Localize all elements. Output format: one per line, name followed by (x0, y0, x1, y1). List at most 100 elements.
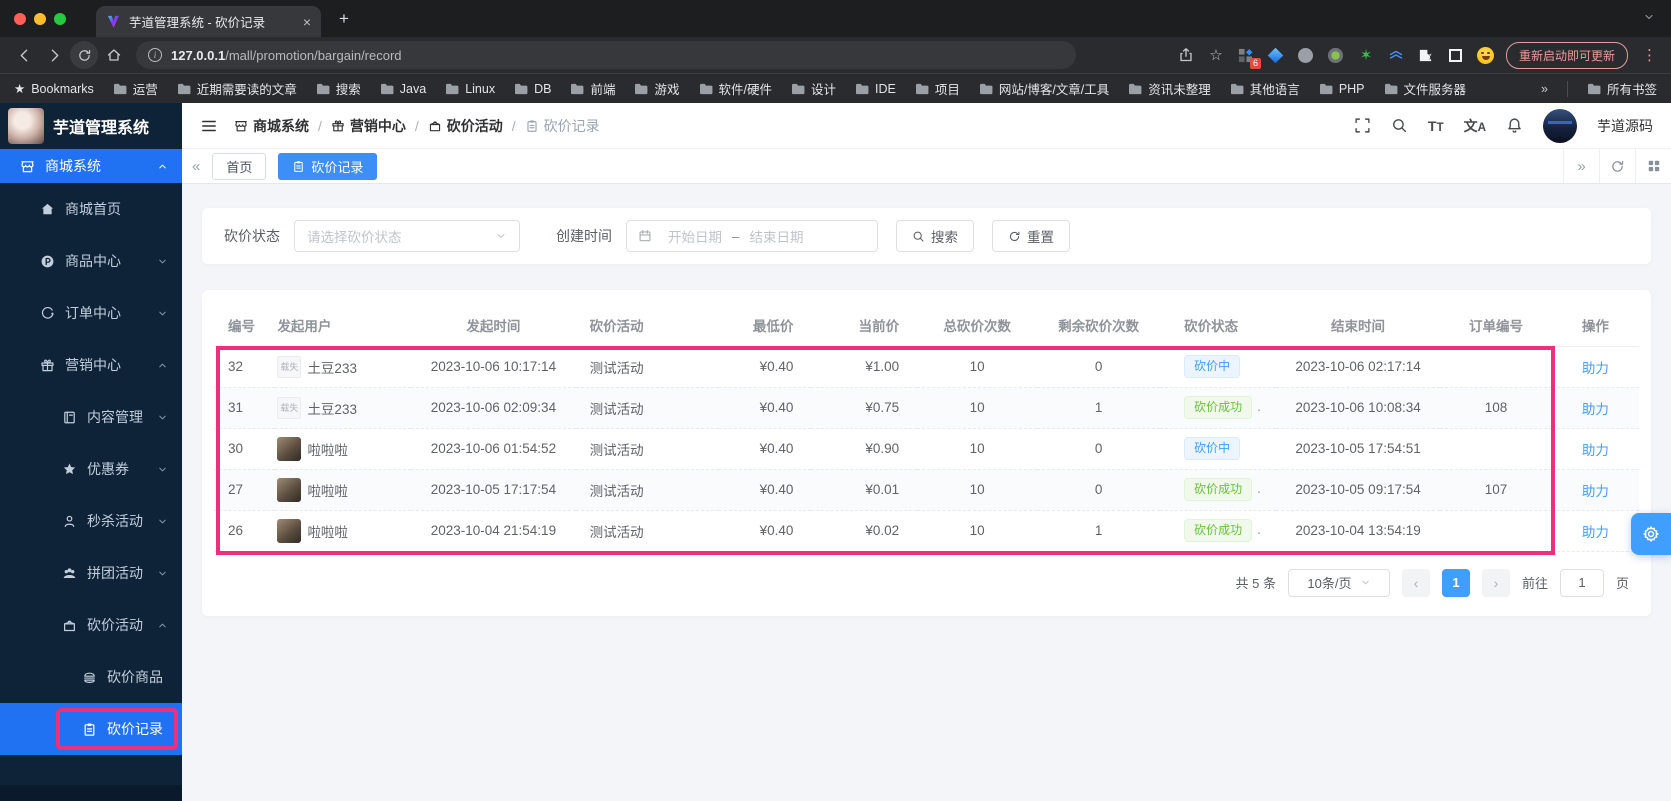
bookmark-star-icon[interactable]: ☆ (1206, 45, 1226, 65)
puzzle-extension-icon[interactable] (1416, 45, 1436, 65)
reset-button[interactable]: 重置 (992, 220, 1070, 252)
window-close-button[interactable] (14, 12, 26, 25)
breadcrumb-label: 营销中心 (349, 117, 406, 134)
forward-icon[interactable] (40, 41, 68, 69)
sidebar-item-order-center[interactable]: 订单中心 (0, 287, 182, 339)
page-tab-bargain-record[interactable]: 砍价记录 (278, 152, 378, 180)
browser-menu-icon[interactable]: ⋮ (1638, 46, 1661, 64)
filter-panel: 砍价状态 请选择砍价状态 创建时间 开始日期 – 结束日期 搜索 重置 (202, 208, 1651, 264)
bookmark-folder[interactable]: Java (380, 82, 426, 96)
bookmark-folder[interactable]: 网站/博客/文章/工具 (979, 79, 1109, 98)
chevron-down-icon (157, 464, 168, 475)
bookmark-folder[interactable]: 软件/硬件 (699, 79, 772, 98)
sidebar-item-bargain-activity[interactable]: 砍价活动 (0, 599, 182, 651)
app-title: 芋道管理系统 (53, 120, 150, 137)
date-range-picker[interactable]: 开始日期 – 结束日期 (626, 220, 878, 252)
sidebar-item-coupon[interactable]: 优惠券 (0, 443, 182, 495)
username[interactable]: 芋道源码 (1597, 116, 1653, 136)
bookmark-folder[interactable]: PHP (1319, 82, 1365, 96)
breadcrumb-item[interactable]: 营销中心 (331, 116, 406, 136)
page-tab-home[interactable]: 首页 (212, 152, 267, 180)
bookmark-folder[interactable]: DB (514, 82, 551, 96)
extension-grid-icon[interactable]: 6 (1236, 45, 1261, 69)
chevron-down-icon (157, 308, 168, 319)
bookmark-folder[interactable]: 游戏 (634, 79, 680, 98)
settings-gear-button[interactable] (1631, 513, 1671, 555)
devtools-extension-icon[interactable] (1266, 45, 1286, 65)
gray-extension-icon[interactable] (1296, 45, 1316, 65)
assist-link[interactable]: 助力 (1582, 525, 1609, 540)
bell-icon[interactable] (1506, 117, 1523, 134)
app-logo[interactable]: 芋道管理系统 (0, 103, 182, 149)
tab-close-icon[interactable]: × (303, 15, 311, 29)
back-icon[interactable] (10, 41, 38, 69)
reload-icon[interactable] (70, 41, 98, 69)
bookmarks-overflow-chevron[interactable]: » (1541, 82, 1548, 96)
home-icon[interactable] (100, 41, 128, 69)
next-page-button[interactable]: › (1481, 568, 1510, 597)
bookmark-folder[interactable]: IDE (855, 82, 896, 96)
tabs-scroll-left[interactable]: « (192, 158, 200, 175)
bookmark-folder[interactable]: 项目 (915, 79, 960, 98)
sidebar-item-mall-system[interactable]: 商城系统 (0, 149, 182, 183)
window-zoom-button[interactable] (54, 12, 66, 25)
url-bar[interactable]: i 127.0.0.1/mall/promotion/bargain/recor… (136, 41, 1076, 69)
bookmark-folder[interactable]: 前端 (570, 79, 615, 98)
share-icon[interactable] (1176, 45, 1196, 65)
cell-order (1440, 346, 1552, 388)
current-page-button[interactable]: 1 (1441, 568, 1470, 597)
font-size-icon[interactable]: TT (1428, 118, 1444, 134)
sidebar-item-product-center[interactable]: 商品中心 (0, 235, 182, 287)
collapse-menu-icon[interactable] (200, 117, 218, 135)
breadcrumb-item-current: 砍价记录 (525, 116, 600, 136)
bookmark-folder[interactable]: 文件服务器 (1384, 79, 1466, 98)
search-icon[interactable] (1391, 117, 1408, 134)
bookmarks-manager[interactable]: ★ Bookmarks (14, 81, 94, 97)
browser-tab[interactable]: 芋道管理系统 - 砍价记录 × (96, 6, 321, 37)
sidebar-item-groupbuy-activity[interactable]: 拼团活动 (0, 547, 182, 599)
assist-link[interactable]: 助力 (1582, 484, 1609, 499)
square-extension-icon[interactable] (1446, 45, 1466, 65)
tab-search-chevron-icon[interactable] (1643, 11, 1655, 23)
user-avatar[interactable] (1543, 108, 1577, 143)
all-bookmarks[interactable]: 所有书签 (1587, 79, 1657, 98)
goto-page-input[interactable] (1559, 568, 1604, 597)
search-button[interactable]: 搜索 (896, 220, 974, 252)
layout-grid-icon[interactable] (1635, 149, 1671, 183)
cell-current-price: ¥0.90 (811, 428, 918, 470)
star-extension-icon[interactable]: ✶ (1356, 45, 1376, 65)
restart-update-button[interactable]: 重新启动即可更新 (1505, 41, 1628, 69)
breadcrumb-item[interactable]: 商城系统 (234, 116, 309, 136)
assist-link[interactable]: 助力 (1582, 361, 1609, 376)
tabs-scroll-right[interactable]: » (1563, 149, 1599, 183)
page-size-select[interactable]: 10条/页 (1287, 568, 1390, 597)
sidebar-item-bargain-product[interactable]: 砍价商品 (0, 651, 182, 703)
bookmark-folder[interactable]: 运营 (113, 79, 158, 98)
refresh-icon[interactable] (1599, 149, 1635, 183)
language-icon[interactable]: 文A (1464, 116, 1486, 136)
new-tab-button[interactable]: + (331, 6, 357, 32)
emoji-extension-icon[interactable] (1476, 45, 1496, 65)
site-info-icon[interactable]: i (148, 48, 162, 62)
green-dot-extension-icon[interactable] (1326, 45, 1346, 65)
breadcrumb-item[interactable]: 砍价活动 (428, 116, 503, 136)
sidebar-item-marketing-center[interactable]: 营销中心 (0, 339, 182, 391)
bookmark-folder[interactable]: 近期需要读的文章 (177, 79, 297, 98)
stack-extension-icon[interactable] (1386, 45, 1406, 65)
assist-link[interactable]: 助力 (1582, 443, 1609, 458)
sidebar-item-content-management[interactable]: 内容管理 (0, 391, 182, 443)
prev-page-button[interactable]: ‹ (1401, 568, 1430, 597)
bookmark-folder[interactable]: 设计 (791, 79, 836, 98)
sidebar-item-bargain-record[interactable]: 砍价记录 (0, 703, 182, 755)
sidebar-item-seckill-activity[interactable]: 秒杀活动 (0, 495, 182, 547)
fullscreen-icon[interactable] (1354, 117, 1371, 134)
bookmark-folder[interactable]: Linux (445, 82, 495, 96)
bookmark-folder[interactable]: 资讯未整理 (1128, 79, 1211, 98)
bookmark-folder[interactable]: 搜索 (316, 79, 361, 98)
bookmark-label: Java (399, 81, 427, 96)
window-minimize-button[interactable] (34, 12, 46, 25)
status-select[interactable]: 请选择砍价状态 (294, 220, 520, 252)
bookmark-folder[interactable]: 其他语言 (1230, 79, 1300, 98)
sidebar-item-mall-home[interactable]: 商城首页 (0, 183, 182, 235)
assist-link[interactable]: 助力 (1582, 402, 1609, 417)
